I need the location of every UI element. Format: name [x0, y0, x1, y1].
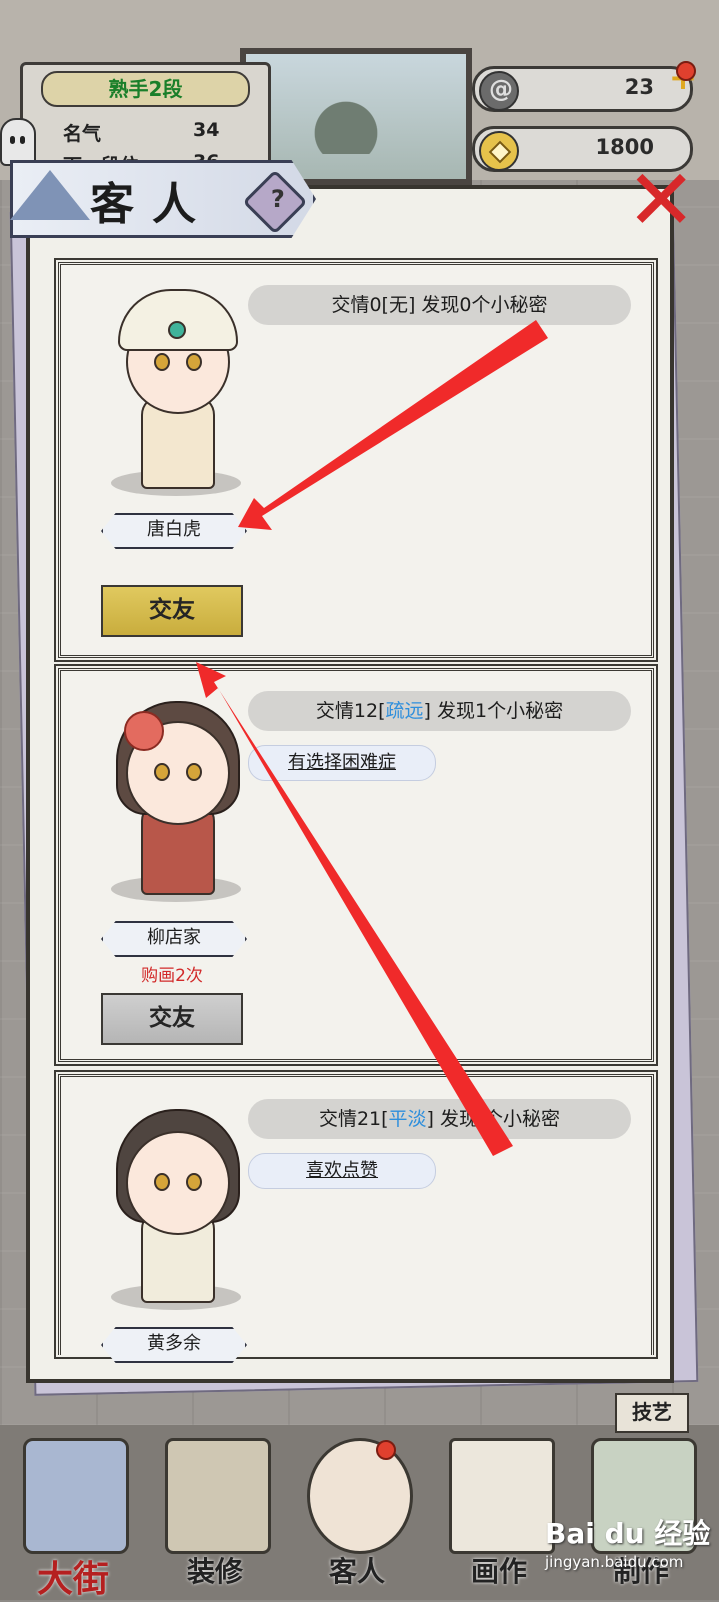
guest-icon: [307, 1438, 413, 1554]
relationship-info: 交情12[疏远] 发现1个小秘密: [248, 691, 631, 731]
guest-avatar[interactable]: [106, 1099, 246, 1310]
question-icon: ?: [270, 185, 285, 214]
book-icon: [165, 1438, 271, 1554]
guest-name: 黄多余: [101, 1327, 247, 1363]
rank-title: 熟手2段: [41, 71, 250, 107]
scroll-icon: [479, 71, 519, 111]
nav-guests[interactable]: 客人: [292, 1430, 422, 1600]
nav-label: 大街: [36, 1558, 109, 1600]
fame-value: 34: [193, 119, 220, 141]
guest-name: 柳店家: [101, 921, 247, 957]
nav-label: 装修: [186, 1555, 243, 1588]
watermark-logo: Bai du 经验: [545, 1517, 711, 1550]
painting-icon: [449, 1438, 555, 1554]
relationship-info: 交情0[无] 发现0个小秘密: [248, 285, 631, 325]
guest-avatar[interactable]: [106, 285, 246, 496]
scroll-count: 23: [624, 75, 654, 99]
befriend-button-disabled[interactable]: 交友: [101, 993, 243, 1045]
scroll-currency: 23 +: [472, 61, 697, 112]
befriend-button[interactable]: 交友: [101, 585, 243, 637]
nav-street[interactable]: 大街: [8, 1430, 138, 1600]
fame-label: 名气: [63, 123, 102, 145]
guest-card: 交情0[无] 发现0个小秘密 唐白虎 交友: [54, 258, 658, 662]
guest-name: 唐白虎: [101, 513, 247, 549]
gate-icon: [23, 1438, 129, 1554]
relationship-info: 交情21[平淡] 发现 个小秘密: [248, 1099, 631, 1139]
watermark-url: jingyan.baidu.com: [545, 1553, 684, 1571]
guest-card: 交情12[疏远] 发现1个小秘密 有选择困难症 柳店家 购画2次 交友: [54, 664, 658, 1066]
mountain-icon: [10, 170, 90, 220]
nav-decorate[interactable]: 装修: [150, 1430, 280, 1600]
guest-avatar[interactable]: [106, 691, 246, 902]
guest-card: 交情21[平淡] 发现 个小秘密 喜欢点赞 黄多余: [54, 1070, 658, 1363]
dialog-title: 客人: [90, 179, 214, 230]
trait-tag[interactable]: 有选择困难症: [248, 745, 436, 781]
close-button[interactable]: ✕: [626, 158, 696, 242]
skill-button[interactable]: 技艺: [615, 1393, 689, 1433]
fame-row: 名气 34: [63, 119, 219, 146]
trait-tag[interactable]: 喜欢点赞: [248, 1153, 436, 1189]
coin-icon: [479, 131, 519, 171]
notification-dot: [376, 1440, 396, 1460]
ghost-icon[interactable]: [0, 118, 36, 166]
notification-dot: [676, 61, 696, 81]
purchase-count: 购画2次: [141, 966, 203, 986]
nav-label: 客人: [328, 1555, 385, 1588]
